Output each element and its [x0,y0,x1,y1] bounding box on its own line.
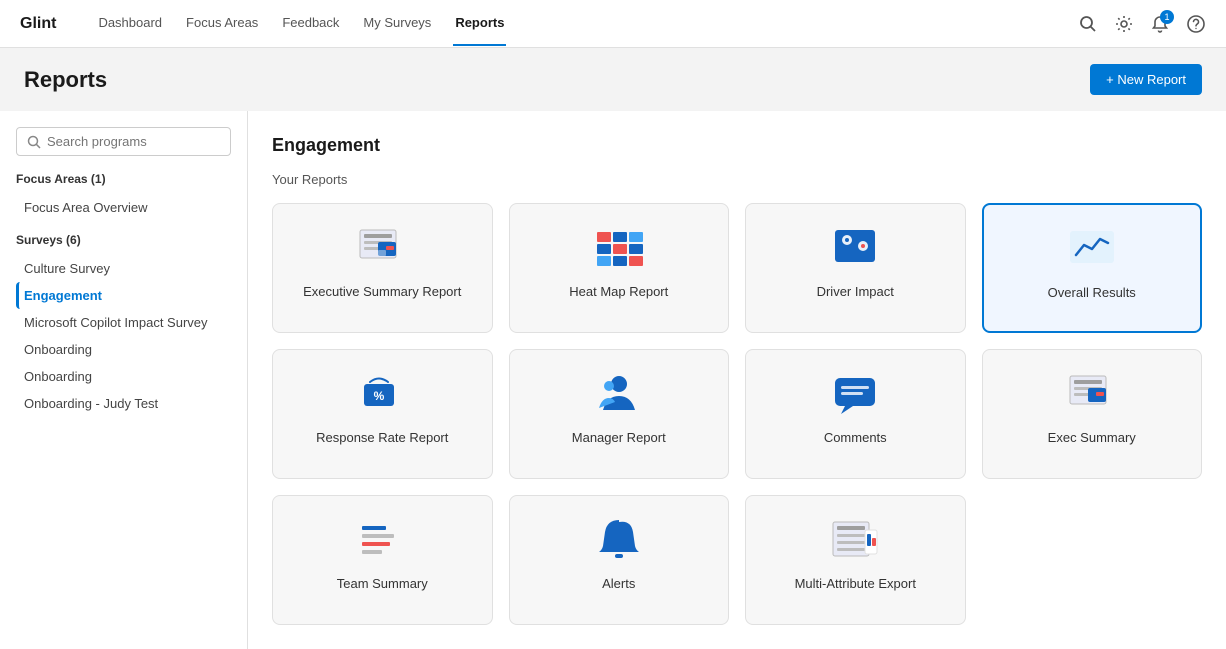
sidebar-item-onboarding-2[interactable]: Onboarding [16,363,231,390]
top-navigation: Glint Dashboard Focus Areas Feedback My … [0,0,1226,48]
sidebar: Focus Areas (1) Focus Area Overview Surv… [0,111,248,649]
settings-icon[interactable] [1114,14,1134,34]
overall-results-icon [1064,225,1120,273]
team-summary-icon [354,516,410,564]
report-card-exec-summary-report[interactable]: Executive Summary Report [272,203,493,333]
multi-attribute-icon [827,516,883,564]
exec-summary-report-label: Executive Summary Report [303,284,461,299]
notifications-icon[interactable]: 1 [1150,14,1170,34]
main-content: Focus Areas (1) Focus Area Overview Surv… [0,111,1226,649]
multi-attribute-label: Multi-Attribute Export [795,576,916,591]
report-card-driver-impact[interactable]: Driver Impact [745,203,966,333]
sidebar-section-surveys: Surveys (6) Culture Survey Engagement Mi… [16,233,231,417]
nav-feedback[interactable]: Feedback [280,1,341,46]
notification-badge: 1 [1160,10,1174,24]
sidebar-item-onboarding-1[interactable]: Onboarding [16,336,231,363]
report-card-comments[interactable]: Comments [745,349,966,479]
report-card-team-summary[interactable]: Team Summary [272,495,493,625]
report-card-manager[interactable]: Manager Report [509,349,730,479]
svg-text:%: % [374,389,385,403]
nav-reports[interactable]: Reports [453,1,506,46]
comments-label: Comments [824,430,887,445]
page-title: Reports [24,67,107,93]
reports-grid: Executive Summary Report [272,203,1202,625]
report-card-overall-results[interactable]: Overall Results [982,203,1203,333]
exec-summary-2-icon [1064,370,1120,418]
new-report-button[interactable]: + New Report [1090,64,1202,95]
report-card-response-rate[interactable]: % Response Rate Report [272,349,493,479]
heat-map-label: Heat Map Report [569,284,668,299]
report-card-exec-summary-2[interactable]: Exec Summary [982,349,1203,479]
driver-impact-icon [827,224,883,272]
exec-summary-2-label: Exec Summary [1048,430,1136,445]
sidebar-item-focus-area-overview[interactable]: Focus Area Overview [16,194,231,221]
your-reports-label: Your Reports [272,172,1202,187]
surveys-section-title: Surveys (6) [16,233,231,247]
alerts-icon [591,516,647,564]
response-rate-label: Response Rate Report [316,430,448,445]
nav-focus-areas[interactable]: Focus Areas [184,1,260,46]
sidebar-item-copilot[interactable]: Microsoft Copilot Impact Survey [16,309,231,336]
manager-icon [591,370,647,418]
exec-summary-report-icon [354,224,410,272]
sidebar-section-focus-areas: Focus Areas (1) Focus Area Overview [16,172,231,221]
app-logo: Glint [20,15,56,33]
nav-dashboard[interactable]: Dashboard [96,1,164,46]
search-box [16,127,231,156]
sidebar-item-onboarding-judy[interactable]: Onboarding - Judy Test [16,390,231,417]
overall-results-label: Overall Results [1048,285,1136,300]
comments-icon [827,370,883,418]
focus-areas-section-title: Focus Areas (1) [16,172,231,186]
nav-my-surveys[interactable]: My Surveys [361,1,433,46]
report-card-heat-map[interactable]: Heat Map Report [509,203,730,333]
heat-map-icon [591,224,647,272]
help-icon[interactable] [1186,14,1206,34]
search-input[interactable] [47,134,220,149]
topnav-icons: 1 [1078,14,1206,34]
alerts-label: Alerts [602,576,635,591]
report-card-multi-attribute[interactable]: Multi-Attribute Export [745,495,966,625]
nav-links: Dashboard Focus Areas Feedback My Survey… [96,1,1054,46]
driver-impact-label: Driver Impact [817,284,894,299]
page-header: Reports + New Report [0,48,1226,111]
manager-label: Manager Report [572,430,666,445]
reports-area: Engagement Your Reports Executive Su [248,111,1226,649]
sidebar-item-engagement[interactable]: Engagement [16,282,231,309]
engagement-title: Engagement [272,135,1202,156]
report-card-alerts[interactable]: Alerts [509,495,730,625]
search-box-icon [27,135,41,149]
response-rate-icon: % [354,370,410,418]
search-icon[interactable] [1078,14,1098,34]
team-summary-label: Team Summary [337,576,428,591]
sidebar-item-culture-survey[interactable]: Culture Survey [16,255,231,282]
